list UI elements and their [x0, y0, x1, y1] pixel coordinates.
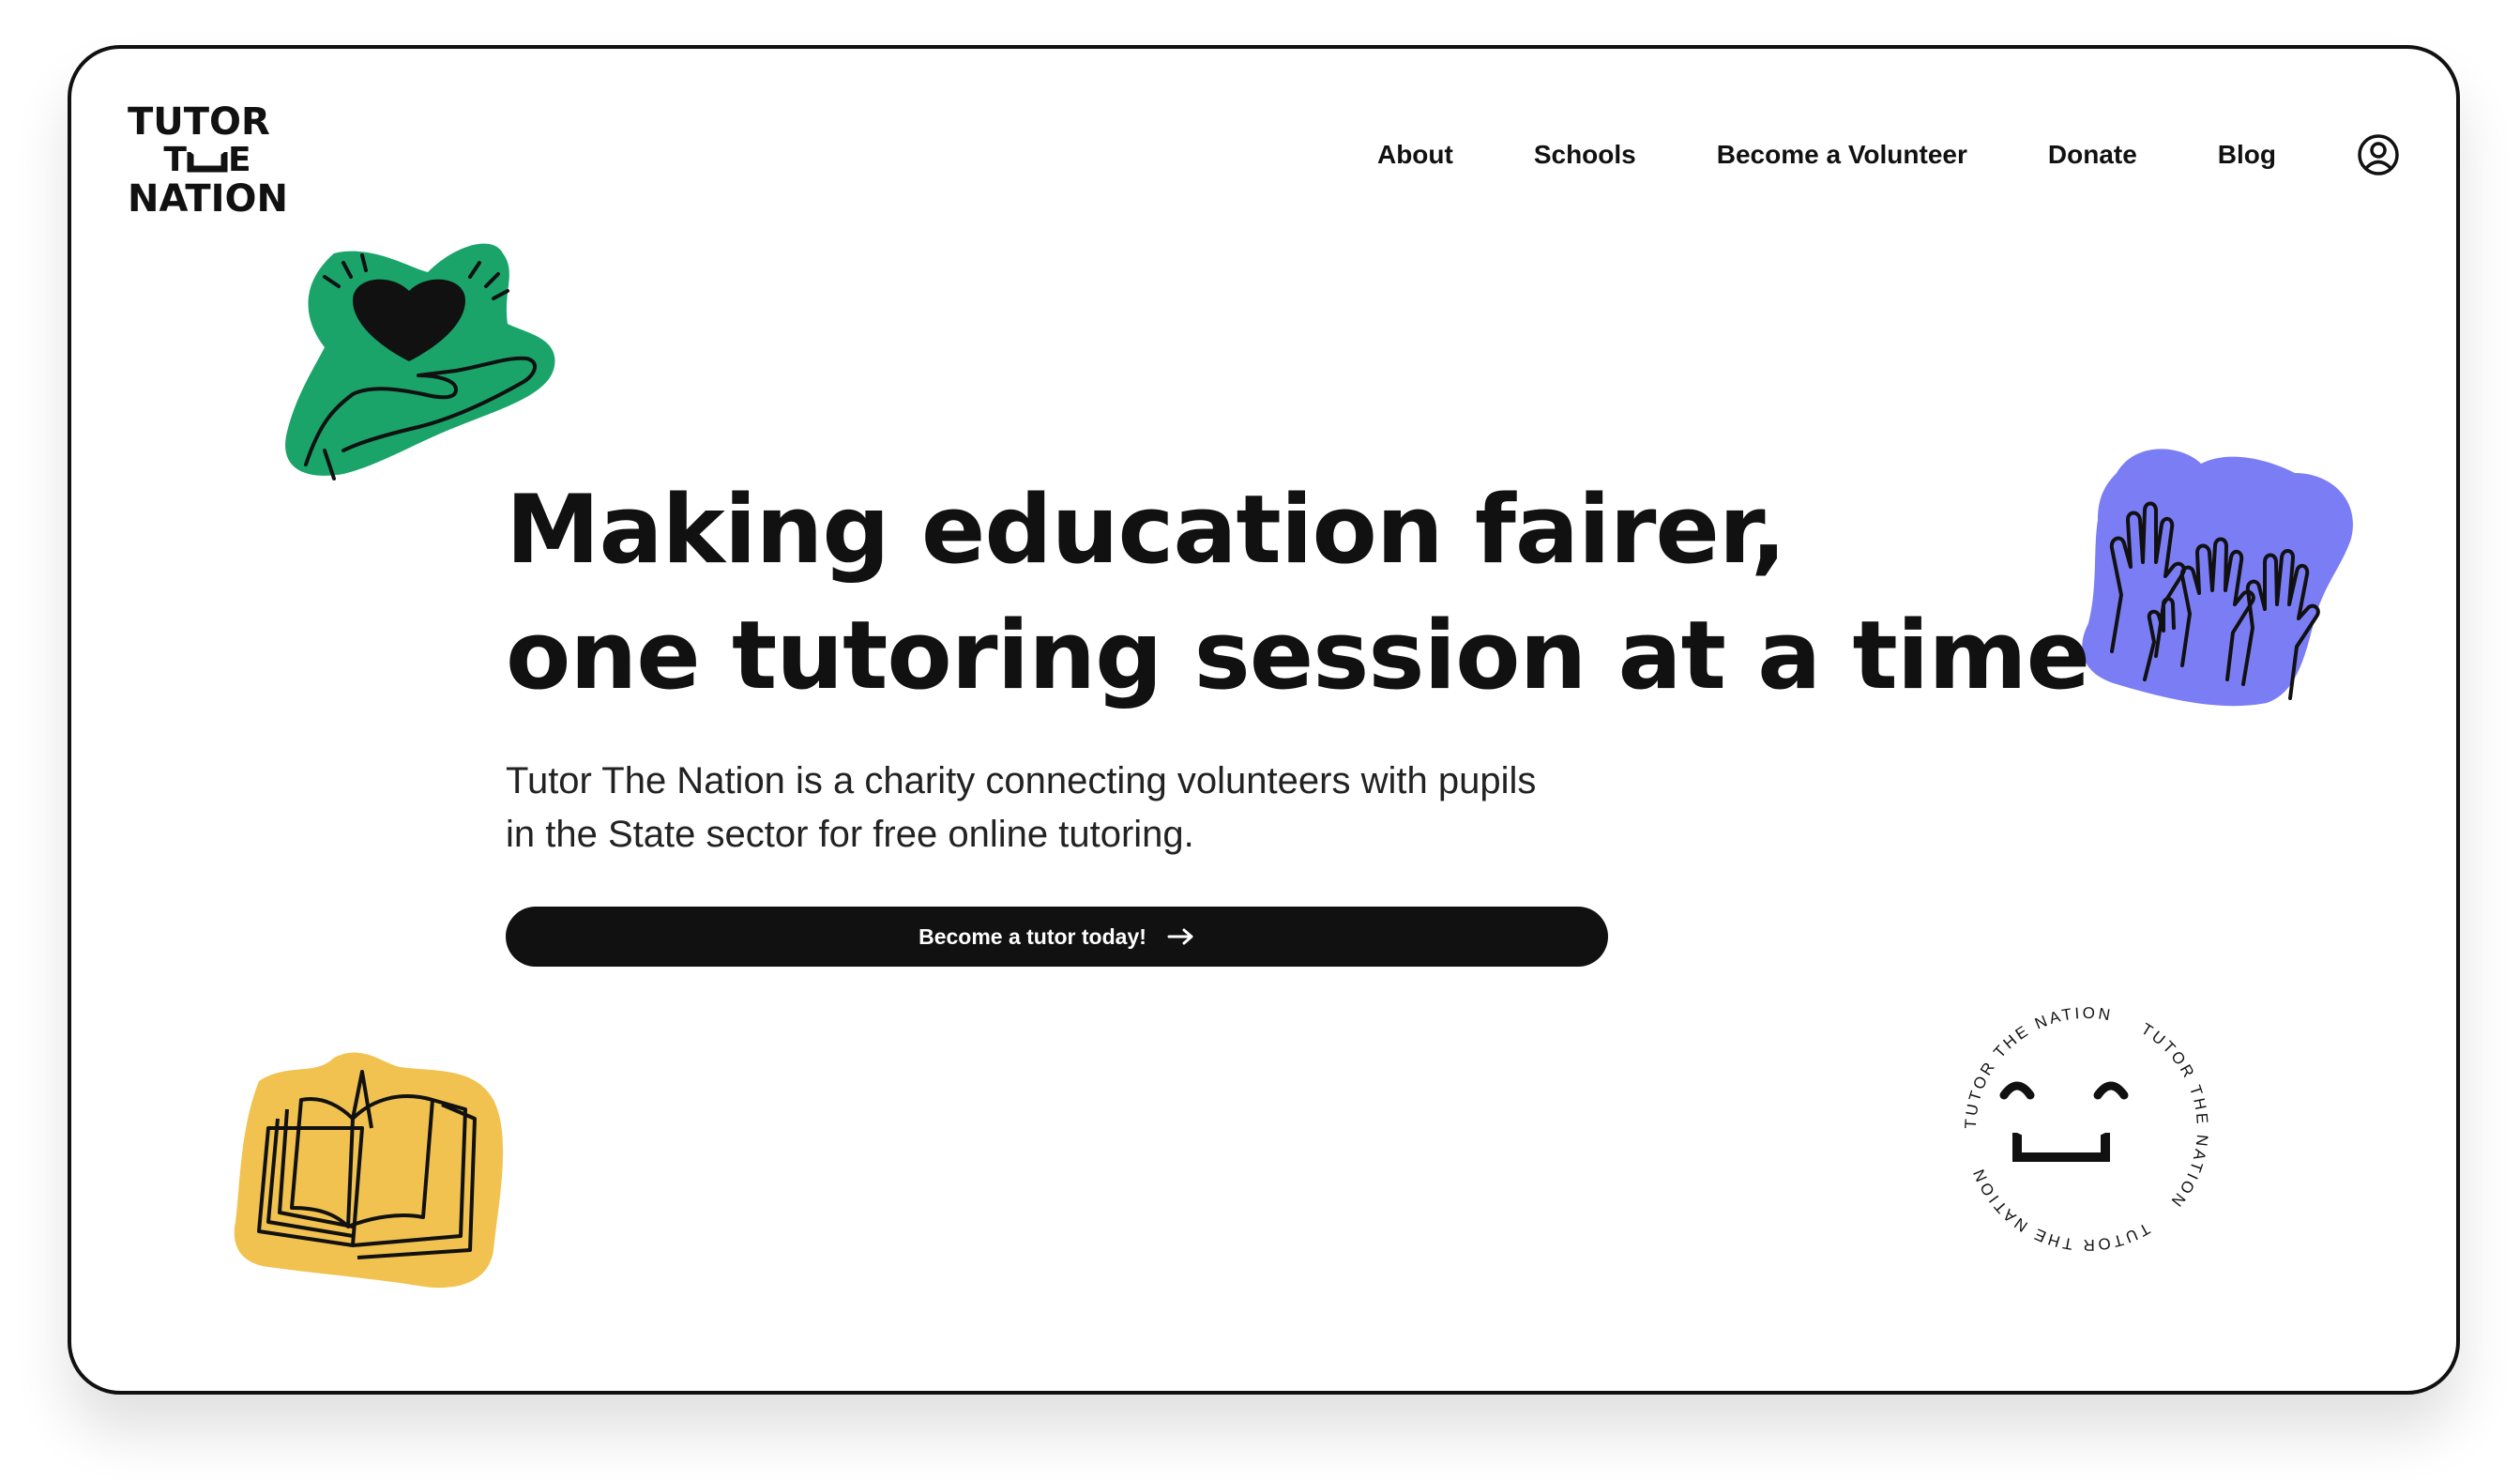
logo-word-nation: NATION	[128, 177, 288, 221]
cta-label: Become a tutor today!	[918, 923, 1146, 949]
svg-text:TUTOR THE NATION: TUTOR THE NATION	[1969, 1164, 2153, 1254]
nav-about[interactable]: About	[1377, 140, 1453, 170]
logo-smile-mark	[187, 152, 228, 173]
hero-title: Making education fairer, one tutoring se…	[506, 466, 2090, 718]
user-circle-icon[interactable]	[2357, 133, 2400, 176]
hero-subtitle-line-1: Tutor The Nation is a charity connecting…	[506, 760, 1537, 801]
logo-word-the: T E	[128, 141, 287, 180]
nav-blog[interactable]: Blog	[2218, 140, 2276, 170]
hero-title-line-1: Making education fairer,	[506, 474, 1786, 585]
svg-text:TUTOR THE NATION: TUTOR THE NATION	[1962, 1004, 2115, 1129]
arrow-right-icon	[1167, 928, 1193, 945]
svg-text:TUTOR THE NATION: TUTOR THE NATION	[2138, 1020, 2211, 1213]
browser-frame: TUTOR T E NATION About Schools Become a …	[68, 45, 2460, 1395]
site-logo[interactable]: TUTOR T E NATION	[128, 100, 288, 221]
logo-letter-t: T	[163, 141, 187, 179]
nav-become-volunteer[interactable]: Become a Volunteer	[1717, 140, 1967, 170]
open-book-icon	[234, 1052, 504, 1289]
smile-badge-icon: TUTOR THE NATION TUTOR THE NATION TUTOR …	[1962, 1004, 2211, 1254]
logo-word-tutor: TUTOR	[128, 100, 270, 144]
stamp-ring-text-1: TUTOR THE NATION	[1962, 1004, 2112, 1129]
hero-title-line-2: one tutoring session at a time	[506, 600, 2090, 710]
nav-donate[interactable]: Donate	[2048, 140, 2137, 170]
stamp-ring-text-2: TUTOR THE NATION	[2138, 1020, 2209, 1213]
stamp-ring-text-3: TUTOR THE NATION	[1969, 1164, 2150, 1254]
hero-subtitle-line-2: in the State sector for free online tuto…	[506, 814, 1194, 855]
hero-subtitle: Tutor The Nation is a charity connecting…	[506, 755, 1819, 862]
nav-schools[interactable]: Schools	[1534, 140, 1636, 170]
logo-letter-e: E	[227, 141, 251, 179]
main-nav: About Schools Become a Volunteer Donate …	[1377, 133, 2400, 176]
become-tutor-button[interactable]: Become a tutor today!	[506, 907, 1608, 967]
raised-hands-icon	[2082, 449, 2353, 707]
